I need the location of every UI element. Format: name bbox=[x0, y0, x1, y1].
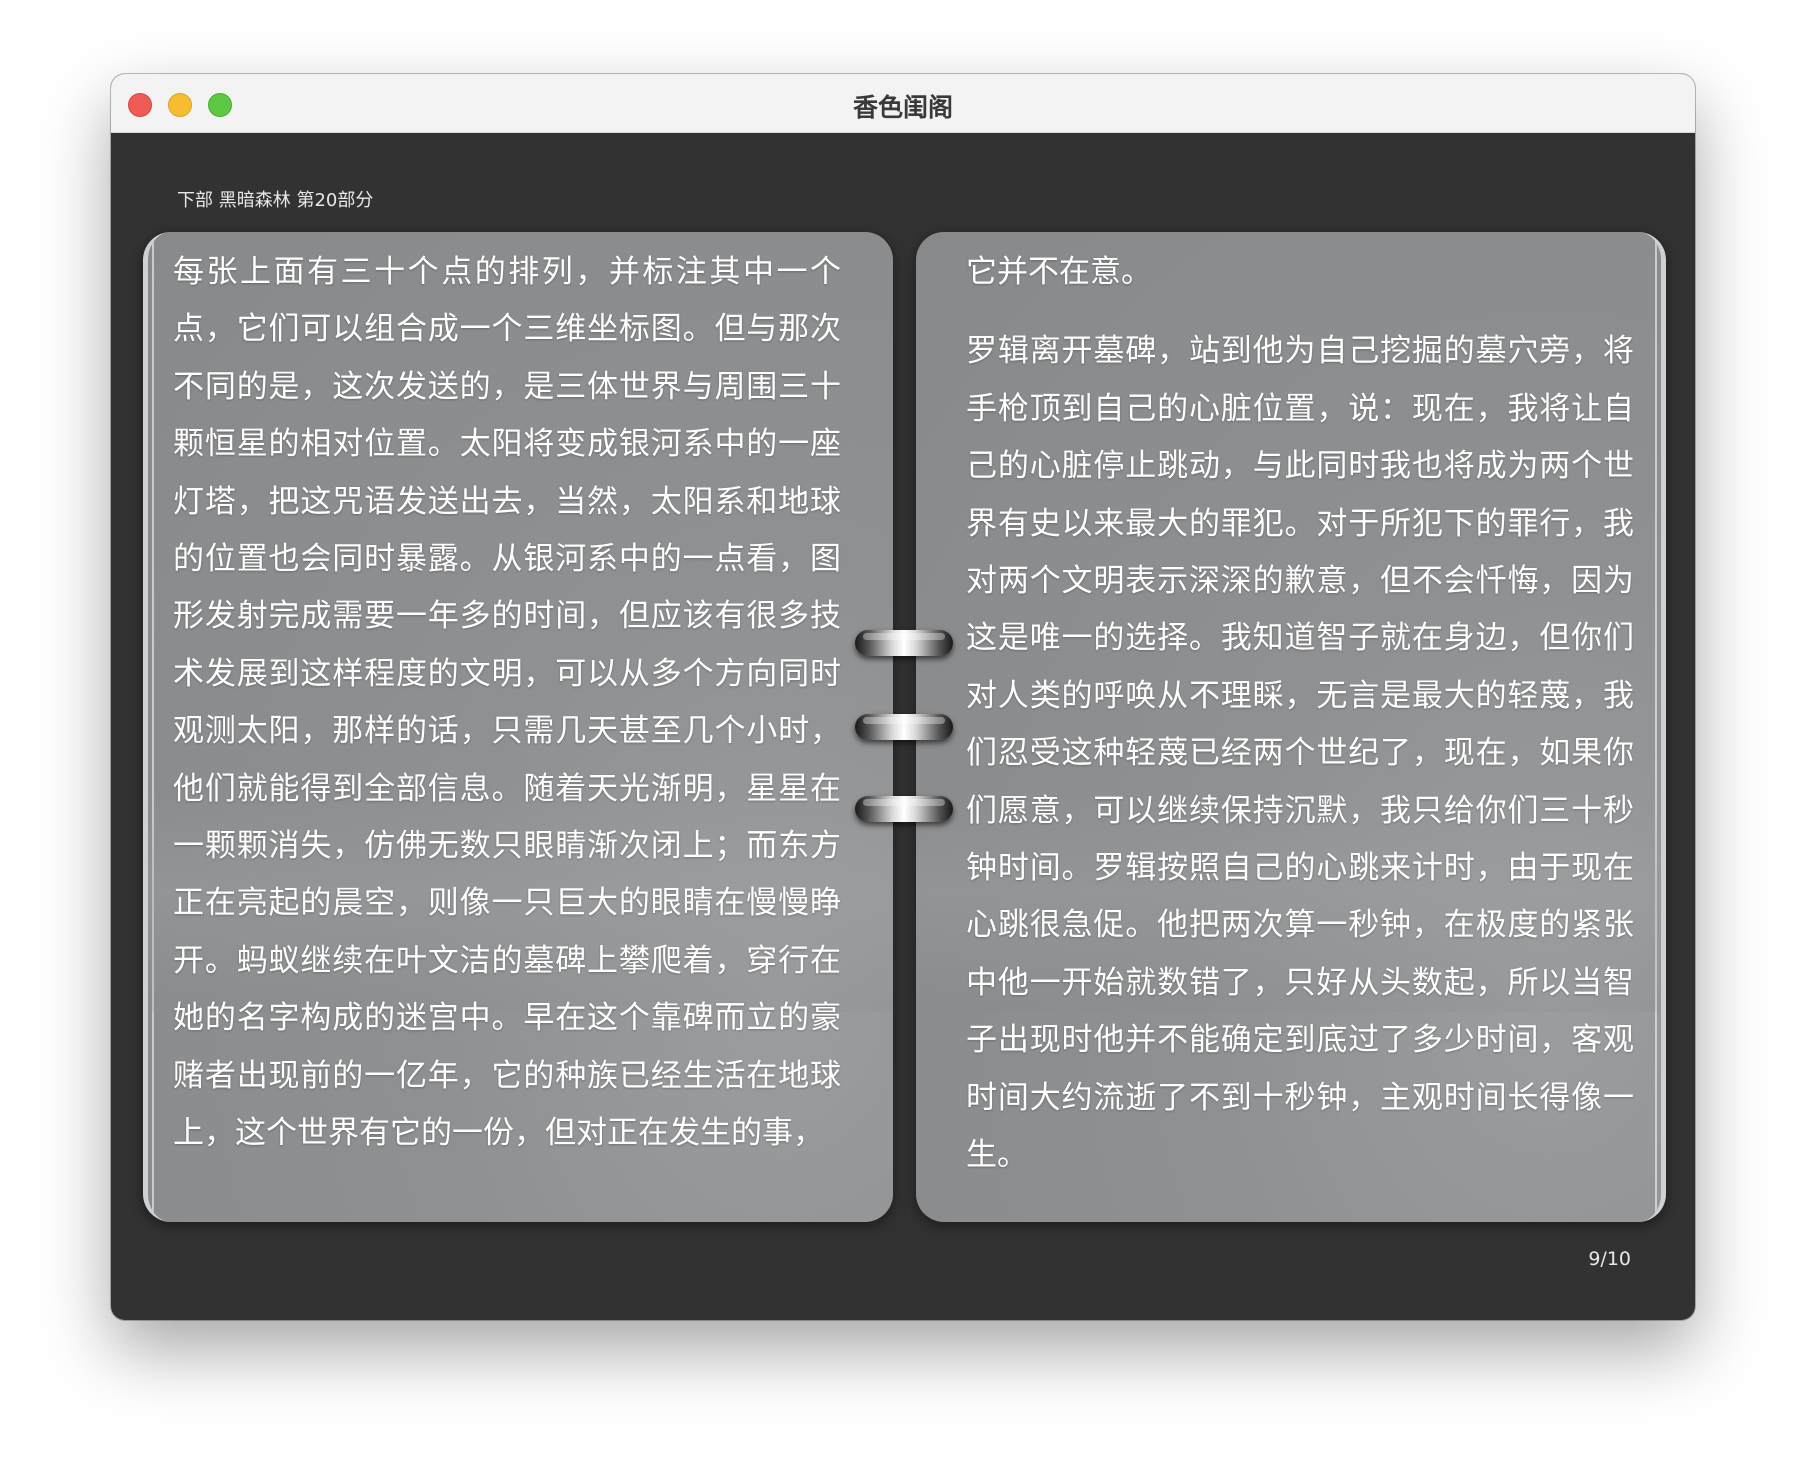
right-page-text: 它并不在意。 罗辑离开墓碑，站到他为自己挖掘的墓穴旁，将手枪顶到自己的心脏位置，… bbox=[966, 244, 1634, 1185]
right-page[interactable]: 它并不在意。 罗辑离开墓碑，站到他为自己挖掘的墓穴旁，将手枪顶到自己的心脏位置，… bbox=[916, 232, 1666, 1222]
left-page-text: 每张上面有三十个点的排列，并标注其中一个点，它们可以组合成一个三维坐标图。但与那… bbox=[173, 244, 841, 1163]
app-window: 香色闺阁 下部 黑暗森林 第20部分 每张上面有三十个点的排列，并标注其中一个点… bbox=[111, 74, 1695, 1320]
page-edge-decoration bbox=[1655, 240, 1657, 1214]
page-indicator: 9/10 bbox=[1588, 1248, 1631, 1270]
binder-ring bbox=[855, 714, 953, 740]
page-edge-decoration bbox=[152, 240, 154, 1214]
binder-ring bbox=[855, 630, 953, 656]
chapter-title: 下部 黑暗森林 第20部分 bbox=[177, 190, 374, 211]
binder-ring bbox=[855, 796, 953, 822]
paragraph: 它并不在意。 bbox=[966, 254, 1152, 290]
paragraph: 每张上面有三十个点的排列，并标注其中一个点，它们可以组合成一个三维坐标图。但与那… bbox=[173, 254, 841, 1152]
paragraph: 罗辑离开墓碑，站到他为自己挖掘的墓穴旁，将手枪顶到自己的心脏位置，说：现在，我将… bbox=[966, 333, 1634, 1174]
left-page[interactable]: 每张上面有三十个点的排列，并标注其中一个点，它们可以组合成一个三维坐标图。但与那… bbox=[143, 232, 893, 1222]
title-bar[interactable]: 香色闺阁 bbox=[111, 74, 1695, 133]
window-title: 香色闺阁 bbox=[852, 93, 953, 122]
